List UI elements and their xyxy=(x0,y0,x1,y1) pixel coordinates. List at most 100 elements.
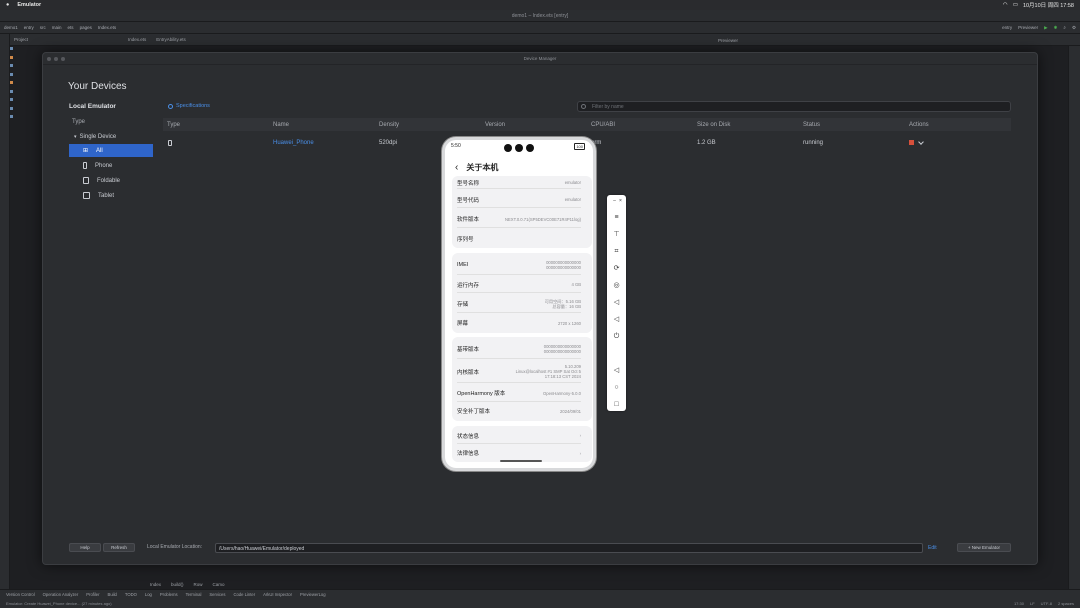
apple-icon[interactable]: ● xyxy=(6,2,9,8)
row-value: 2024/09/01 xyxy=(560,408,581,414)
screenshot-icon[interactable]: ◎ xyxy=(612,281,621,290)
crumb[interactable]: Camo xyxy=(213,582,225,587)
window-controls xyxy=(47,57,65,61)
emulator-screen[interactable]: 5:50 100 ‹ 关于本机 型号名称 emulator 型号代码 emulato… xyxy=(442,137,596,471)
clock[interactable]: 10月10日 周四 17:58 xyxy=(1023,1,1074,9)
left-tool-strip xyxy=(0,34,10,590)
crumb[interactable]: Index.ets xyxy=(98,25,116,30)
col-type[interactable]: Type xyxy=(167,122,180,128)
crumb[interactable]: pages xyxy=(80,25,92,30)
chevron-down-icon[interactable] xyxy=(918,138,924,145)
search-icon[interactable]: ⌕ xyxy=(1063,25,1066,30)
cursor-position[interactable]: 17:30 xyxy=(1014,601,1024,606)
col-density[interactable]: Density xyxy=(379,122,399,128)
new-emulator-button[interactable]: + New Emulator xyxy=(957,543,1011,552)
col-actions[interactable]: Actions xyxy=(909,122,929,128)
list-item[interactable]: 法律信息 › xyxy=(457,445,581,461)
tool-log[interactable]: Log xyxy=(145,592,152,597)
previewer-select[interactable]: Previewer xyxy=(1018,25,1038,30)
list-item: 型号代码 emulator xyxy=(457,192,581,208)
tool-profiler[interactable]: Profiler xyxy=(86,592,99,597)
list-item: 型号名称 emulator xyxy=(457,177,581,189)
col-size[interactable]: Size on Disk xyxy=(697,122,730,128)
type-all[interactable]: ⊞ All xyxy=(69,144,153,157)
tool-services[interactable]: Services xyxy=(209,592,225,597)
help-button[interactable]: Help xyxy=(69,543,101,552)
home-icon[interactable]: ○ xyxy=(612,383,621,392)
device-name-link[interactable]: Huawei_Phone xyxy=(273,140,314,146)
type-label: Tablet xyxy=(98,192,115,199)
gear-icon[interactable]: ⚙ xyxy=(1072,25,1076,31)
list-item[interactable]: 状态信息 › xyxy=(457,428,581,444)
tab-index[interactable]: Index.ets xyxy=(128,37,146,42)
table-header: Type Name Density Version CPU/ABI Size o… xyxy=(163,118,1011,131)
project-panel-label[interactable]: Project xyxy=(14,37,28,42)
indent[interactable]: 2 spaces xyxy=(1058,601,1074,606)
col-status[interactable]: Status xyxy=(803,122,820,128)
type-tablet[interactable]: Tablet xyxy=(69,189,153,202)
crumb[interactable]: build() xyxy=(171,582,184,587)
minimize-button[interactable] xyxy=(54,57,58,61)
overview-icon[interactable]: □ xyxy=(612,400,621,409)
tool-code-linter[interactable]: Code Linter xyxy=(233,592,255,597)
tool-terminal[interactable]: Terminal xyxy=(186,592,202,597)
previewer-panel-label[interactable]: Previewer xyxy=(712,34,1068,54)
tool-previewer-log[interactable]: PreviewerLog xyxy=(300,592,326,597)
tool-operation-analyzer[interactable]: Operation Analyzer xyxy=(43,592,79,597)
crop-icon[interactable]: ⌗ xyxy=(612,247,621,256)
stop-button[interactable] xyxy=(909,140,914,145)
row-value: NEXT.0.0.71(SP5DEVC00E71R4P11log) xyxy=(504,216,581,222)
module-select[interactable]: entry xyxy=(1002,25,1012,30)
list-item: IMEI 000000000000000 000000000000000 xyxy=(457,255,581,275)
back-arrow-icon[interactable]: ‹ xyxy=(455,162,458,173)
encoding[interactable]: UTF-8 xyxy=(1041,601,1052,606)
debug-icon[interactable]: ✱ xyxy=(1054,25,1058,31)
zoom-button[interactable] xyxy=(61,57,65,61)
tool-todo[interactable]: TODO xyxy=(125,592,137,597)
search-icon xyxy=(581,103,586,109)
crumb[interactable]: Index xyxy=(150,582,161,587)
wifi-icon[interactable]: ◠ xyxy=(1003,2,1008,8)
tool-problems[interactable]: Problems xyxy=(160,592,178,597)
close-icon[interactable]: × xyxy=(616,197,625,206)
tab-entryability[interactable]: EntryAbility.ets xyxy=(156,37,185,42)
run-icon[interactable]: ▶ xyxy=(1044,25,1047,31)
app-menu[interactable]: Emulator xyxy=(17,2,41,8)
search-input[interactable]: Filter by name xyxy=(577,101,1011,112)
location-input[interactable]: /Users/hao/Huawei/Emulator/deployed xyxy=(215,543,923,553)
row-label: 法律信息 xyxy=(457,451,480,457)
crumb[interactable]: entry xyxy=(24,25,34,30)
crumb[interactable]: Row xyxy=(194,582,203,587)
single-device-group[interactable]: ▾ Single Device xyxy=(69,130,153,143)
crumb[interactable]: ets xyxy=(68,25,74,30)
crumb[interactable]: main xyxy=(52,25,62,30)
status-bar: Emulator: Create Huawei_Phone device... … xyxy=(0,599,1080,608)
close-button[interactable] xyxy=(47,57,51,61)
edit-link[interactable]: Edit xyxy=(928,545,937,551)
back-icon[interactable]: ◁ xyxy=(612,366,621,375)
row-label: 状态信息 xyxy=(457,433,480,440)
menu-icon[interactable]: ≡ xyxy=(612,213,621,222)
volume-down-icon[interactable]: ◁ xyxy=(612,315,621,324)
battery-icon[interactable]: ▭ xyxy=(1013,2,1018,8)
tool-window-bar: Version Control Operation Analyzer Profi… xyxy=(0,589,1080,599)
tool-version-control[interactable]: Version Control xyxy=(6,592,35,597)
rotate-icon[interactable]: ⟳ xyxy=(612,264,621,273)
pin-icon[interactable]: ⊤ xyxy=(612,230,621,239)
crumb[interactable]: src xyxy=(40,25,46,30)
col-cpu[interactable]: CPU/ABI xyxy=(591,122,615,128)
type-phone[interactable]: Phone xyxy=(69,159,153,172)
col-name[interactable]: Name xyxy=(273,122,289,128)
volume-up-icon[interactable]: ◁ xyxy=(612,298,621,307)
line-separator[interactable]: LF xyxy=(1030,601,1035,606)
type-foldable[interactable]: Foldable xyxy=(69,174,153,187)
tool-arkui-inspector[interactable]: ArkUI Inspector xyxy=(263,592,292,597)
col-version[interactable]: Version xyxy=(485,122,505,128)
crumb[interactable]: demo1 xyxy=(4,25,18,30)
row-value: 2720 x 1260 xyxy=(557,320,581,326)
refresh-button[interactable]: Refresh xyxy=(103,543,135,552)
tool-build[interactable]: Build xyxy=(108,592,117,597)
power-icon[interactable]: ⏻ xyxy=(612,332,621,341)
home-indicator[interactable] xyxy=(500,460,542,462)
specifications-link[interactable]: Specifications xyxy=(168,103,210,109)
